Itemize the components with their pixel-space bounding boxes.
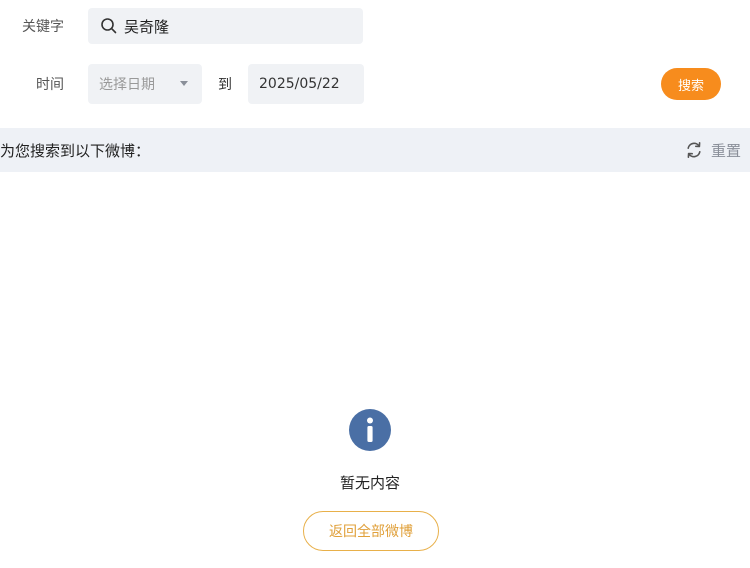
refresh-icon [684,140,704,160]
to-label: 到 [218,77,232,93]
search-icon [100,17,118,35]
search-button[interactable]: 搜索 [661,68,721,100]
keyword-search-box[interactable] [88,8,363,44]
reset-button[interactable]: 重置 [684,140,741,161]
result-header-bar: 为您搜索到以下微博： 重置 [0,128,750,172]
empty-message: 暂无内容 [339,474,400,492]
keyword-label: 关键字 [22,19,64,35]
reset-label: 重置 [711,141,742,160]
back-to-all-button[interactable]: 返回全部微博 [303,511,439,551]
info-icon [348,408,392,452]
keyword-row: 关键字 [0,8,750,44]
keyword-input[interactable] [124,17,344,35]
empty-state: 暂无内容 返回全部微博 [0,172,750,568]
chevron-down-icon [180,81,188,86]
time-label: 时间 [36,77,64,93]
weibo-search-page: 关键字 时间 选择日期 到 搜索 为您搜索到以下微博： [0,0,750,568]
date-end-input[interactable] [259,76,359,92]
date-end-field[interactable] [248,64,364,104]
date-start-placeholder: 选择日期 [99,77,155,93]
date-start-select[interactable]: 选择日期 [88,64,202,104]
result-title: 为您搜索到以下微博： [0,141,151,160]
time-row: 时间 选择日期 到 搜索 [0,64,750,104]
